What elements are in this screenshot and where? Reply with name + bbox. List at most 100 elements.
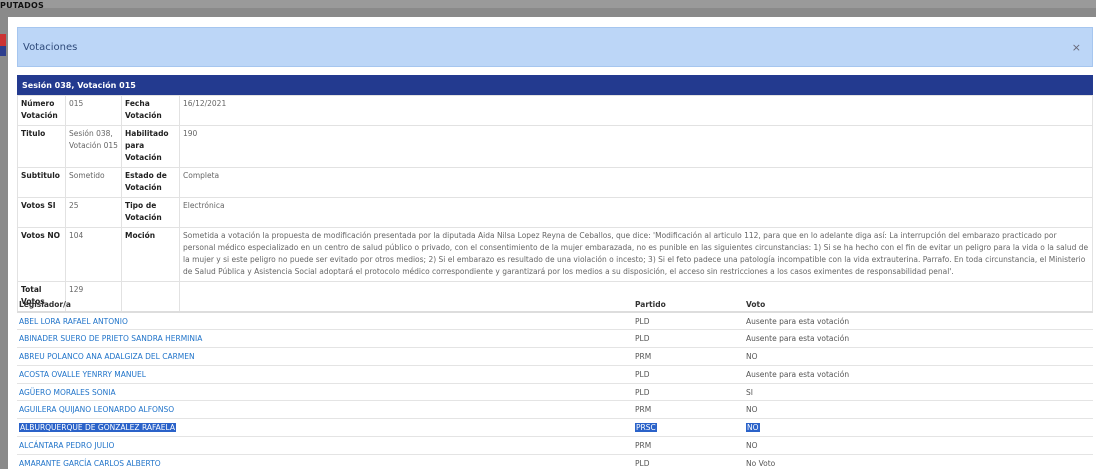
party-cell-text: PRM bbox=[635, 440, 652, 450]
party-cell-text: PLD bbox=[635, 334, 650, 344]
legislators-table: Legislador/a Partido Voto ABEL LORA RAFA… bbox=[17, 297, 1093, 469]
info-label: Titulo bbox=[17, 125, 66, 168]
votaciones-modal: Votaciones × Sesión 038, Votación 015 Nú… bbox=[8, 17, 1096, 469]
party-cell-text: PRM bbox=[635, 405, 652, 415]
session-info-row: Votos NO 104 Moción Sometida a votación la … bbox=[17, 227, 1093, 282]
legislator-link[interactable]: ACOSTA OVALLE YENRRY MANUEL bbox=[19, 370, 146, 379]
vote-cell-text: Ausente para esta votación bbox=[746, 369, 850, 379]
party-cell: PRM bbox=[633, 436, 744, 455]
party-cell-text: PLD bbox=[635, 316, 650, 326]
column-header-vote[interactable]: Voto bbox=[744, 297, 1093, 313]
legislator-row: AMARANTE GARCÍA CARLOS ALBERTO PLD No Voto bbox=[17, 453, 1093, 469]
background-top-bar bbox=[0, 0, 1096, 8]
legislator-row: ACOSTA OVALLE YENRRY MANUEL PLD Ausente pa… bbox=[17, 364, 1093, 384]
session-info-row: Número Votación 015 Fecha Votación 16/12/20… bbox=[17, 95, 1093, 126]
legislator-row: ABINADER SUERO DE PRIETO SANDRA HERMINIA… bbox=[17, 329, 1093, 348]
vote-cell-text: NO bbox=[746, 405, 758, 415]
info-label: Votos SI bbox=[17, 197, 66, 228]
legislator-cell: AGÜERO MORALES SONIA bbox=[17, 382, 633, 401]
vote-cell-text: NO bbox=[746, 423, 760, 433]
info-label: Estado de Votación bbox=[121, 167, 180, 198]
info-label: Tipo de Votación bbox=[121, 197, 180, 228]
info-label: Subtitulo bbox=[17, 167, 66, 198]
party-cell-text: PRSC bbox=[635, 423, 657, 433]
session-info-row: Titulo Sesión 038, Votación 015 Habilitado… bbox=[17, 125, 1093, 168]
vote-cell-text: SI bbox=[746, 387, 753, 397]
party-cell: PRSC bbox=[633, 418, 744, 437]
vote-cell: NO bbox=[744, 347, 1093, 366]
party-cell-text: PLD bbox=[635, 369, 650, 379]
background-site-label: PUTADOS bbox=[0, 1, 44, 10]
legislator-row: ABREU POLANCO ANA ADALGIZA DEL CARMEN PRM… bbox=[17, 347, 1093, 366]
party-cell: PRM bbox=[633, 400, 744, 419]
legislator-link[interactable]: ABEL LORA RAFAEL ANTONIO bbox=[19, 317, 128, 326]
session-info-panel: Sesión 038, Votación 015 Número Votación… bbox=[17, 75, 1093, 312]
column-header-legislator[interactable]: Legislador/a bbox=[17, 297, 633, 313]
vote-cell-text: NO bbox=[746, 440, 758, 450]
info-label: Número Votación bbox=[17, 95, 66, 126]
legislator-link[interactable]: ALCÁNTARA PEDRO JULIO bbox=[19, 441, 114, 450]
vote-cell-text: No Voto bbox=[746, 459, 776, 469]
vote-cell-text: Ausente para esta votación bbox=[746, 334, 850, 344]
info-label: Votos NO bbox=[17, 227, 66, 282]
background-flag-red bbox=[0, 34, 6, 46]
legislator-row: ALCÁNTARA PEDRO JULIO PRM NO bbox=[17, 436, 1093, 455]
legislator-cell: ACOSTA OVALLE YENRRY MANUEL bbox=[17, 364, 633, 384]
legislator-row: ABEL LORA RAFAEL ANTONIO PLD Ausente para … bbox=[17, 311, 1093, 330]
vote-cell: NO bbox=[744, 418, 1093, 437]
vote-cell: Ausente para esta votación bbox=[744, 364, 1093, 384]
legislator-cell: AGUILERA QUIJANO LEONARDO ALFONSO bbox=[17, 400, 633, 419]
vote-cell-text: NO bbox=[746, 351, 758, 361]
info-label: Moción bbox=[121, 227, 180, 282]
party-cell-text: PRM bbox=[635, 351, 652, 361]
info-value: Sometida a votación la propuesta de modi… bbox=[179, 227, 1093, 282]
info-label: Habilitado para Votación bbox=[121, 125, 180, 168]
legislator-row: AGUILERA QUIJANO LEONARDO ALFONSO PRM NO bbox=[17, 400, 1093, 419]
vote-cell: No Voto bbox=[744, 453, 1093, 469]
legislator-link[interactable]: ABREU POLANCO ANA ADALGIZA DEL CARMEN bbox=[19, 352, 195, 361]
modal-header: Votaciones × bbox=[17, 27, 1093, 67]
info-value: 16/12/2021 bbox=[179, 95, 1093, 126]
close-icon[interactable]: × bbox=[1072, 41, 1081, 54]
info-value: 015 bbox=[65, 95, 122, 126]
legislator-cell: AMARANTE GARCÍA CARLOS ALBERTO bbox=[17, 453, 633, 469]
party-cell-text: PLD bbox=[635, 387, 650, 397]
party-cell: PLD bbox=[633, 329, 744, 348]
legislators-panel: Legislador/a Partido Voto ABEL LORA RAFA… bbox=[17, 297, 1093, 469]
legislator-cell: ALCÁNTARA PEDRO JULIO bbox=[17, 436, 633, 455]
legislator-link[interactable]: AMARANTE GARCÍA CARLOS ALBERTO bbox=[19, 459, 161, 468]
legislators-header-row: Legislador/a Partido Voto bbox=[17, 297, 1093, 313]
info-value: 104 bbox=[65, 227, 122, 282]
vote-cell: SI bbox=[744, 382, 1093, 401]
party-cell: PLD bbox=[633, 364, 744, 384]
legislator-cell: ABEL LORA RAFAEL ANTONIO bbox=[17, 311, 633, 330]
party-cell: PRM bbox=[633, 347, 744, 366]
legislator-cell: ABINADER SUERO DE PRIETO SANDRA HERMINIA bbox=[17, 329, 633, 348]
info-label: Fecha Votación bbox=[121, 95, 180, 126]
legislator-link[interactable]: ABINADER SUERO DE PRIETO SANDRA HERMINIA bbox=[19, 334, 202, 343]
legislator-link[interactable]: AGUILERA QUIJANO LEONARDO ALFONSO bbox=[19, 405, 174, 414]
party-cell-text: PLD bbox=[635, 459, 650, 469]
background-flag-blue bbox=[0, 46, 6, 56]
vote-cell: NO bbox=[744, 400, 1093, 419]
party-cell: PLD bbox=[633, 453, 744, 469]
info-value: 25 bbox=[65, 197, 122, 228]
vote-cell: Ausente para esta votación bbox=[744, 329, 1093, 348]
info-value: Sesión 038, Votación 015 bbox=[65, 125, 122, 168]
info-value: 190 bbox=[179, 125, 1093, 168]
legislator-cell: ABREU POLANCO ANA ADALGIZA DEL CARMEN bbox=[17, 347, 633, 366]
session-info-table: Número Votación 015 Fecha Votación 16/12/20… bbox=[17, 95, 1093, 312]
legislator-row: AGÜERO MORALES SONIA PLD SI bbox=[17, 382, 1093, 401]
info-value: Completa bbox=[179, 167, 1093, 198]
column-header-party[interactable]: Partido bbox=[633, 297, 744, 313]
vote-cell: Ausente para esta votación bbox=[744, 311, 1093, 330]
legislator-cell: ALBURQUERQUE DE GONZÁLEZ RAFAELA bbox=[17, 418, 633, 437]
legislator-row: ALBURQUERQUE DE GONZÁLEZ RAFAELA PRSC NO bbox=[17, 418, 1093, 437]
vote-cell: NO bbox=[744, 436, 1093, 455]
info-value: Sometido bbox=[65, 167, 122, 198]
legislator-link[interactable]: ALBURQUERQUE DE GONZÁLEZ RAFAELA bbox=[19, 423, 176, 433]
session-info-row: Votos SI 25 Tipo de Votación Electrónica bbox=[17, 197, 1093, 228]
vote-cell-text: Ausente para esta votación bbox=[746, 316, 850, 326]
legislator-link[interactable]: AGÜERO MORALES SONIA bbox=[19, 388, 116, 397]
session-info-row: Subtitulo Sometido Estado de Votación Compl… bbox=[17, 167, 1093, 198]
